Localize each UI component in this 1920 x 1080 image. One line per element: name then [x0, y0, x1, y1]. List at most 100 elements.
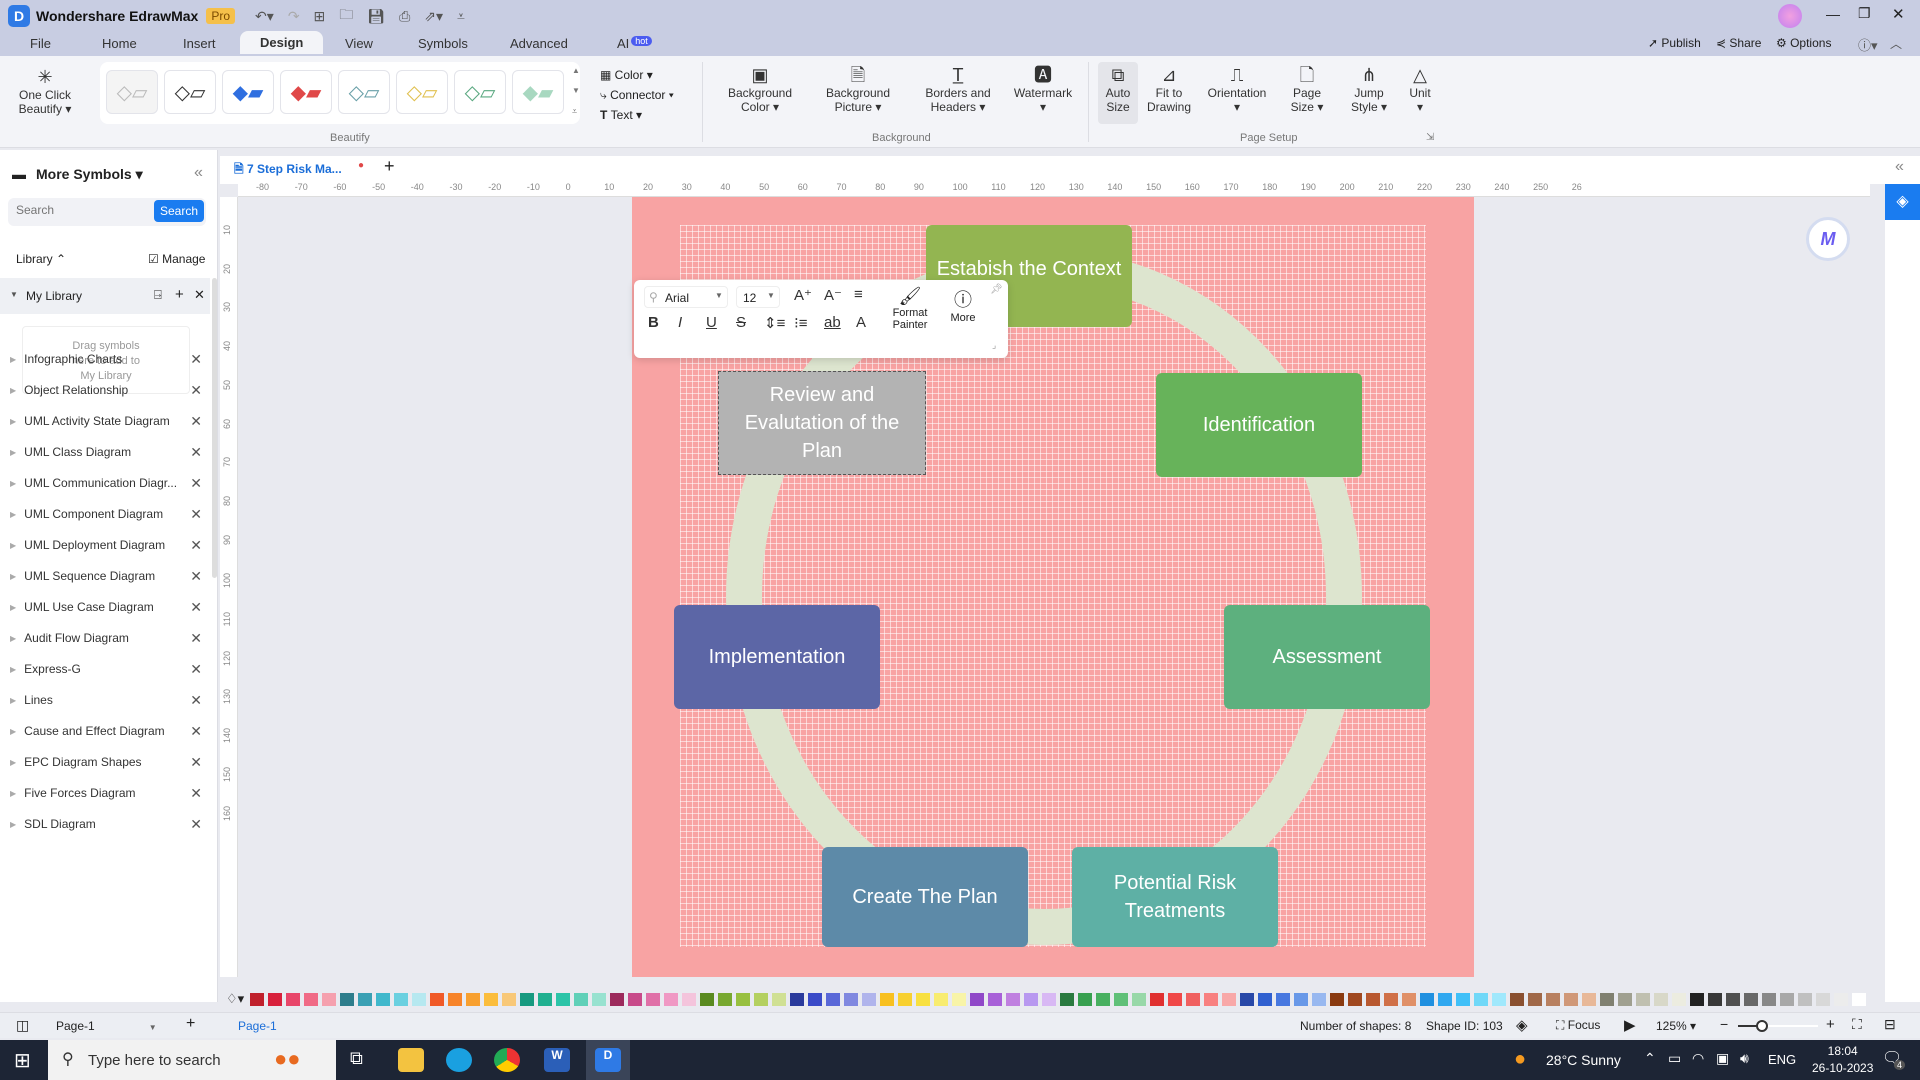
color-swatch[interactable] — [1204, 992, 1219, 1006]
color-swatch[interactable] — [1834, 992, 1849, 1006]
remove-category-icon[interactable]: ✕ — [190, 785, 202, 802]
more-button[interactable]: ⓘ More — [940, 286, 986, 336]
color-swatch[interactable] — [916, 992, 931, 1006]
tab-home[interactable]: Home — [102, 36, 137, 51]
zoom-out-button[interactable]: − — [1720, 1016, 1728, 1032]
bullet-list-icon[interactable]: ⁝≡ — [794, 314, 808, 332]
wifi-icon[interactable]: ◠ — [1692, 1050, 1704, 1067]
color-swatch[interactable] — [1510, 992, 1525, 1006]
color-swatch[interactable] — [1006, 992, 1021, 1006]
library-category-item[interactable]: ▶ Infographic Charts ✕ — [0, 344, 210, 374]
color-swatch[interactable] — [322, 992, 337, 1006]
more-symbols-dropdown[interactable]: More Symbols ▾ — [36, 166, 143, 183]
color-swatch[interactable] — [250, 992, 265, 1006]
color-swatch[interactable] — [1438, 992, 1453, 1006]
gallery-expand-icon[interactable]: ⩡ — [572, 106, 577, 117]
color-swatch[interactable] — [1312, 992, 1327, 1006]
help-icon[interactable]: ⓘ▾ — [1858, 35, 1878, 54]
color-dropdown[interactable]: ▦ Color ▾ — [600, 68, 653, 82]
auto-size-button[interactable]: ⧉ Auto Size — [1098, 62, 1138, 124]
show-hidden-icons[interactable]: ⌃ — [1644, 1050, 1656, 1067]
tab-symbols[interactable]: Symbols — [418, 36, 468, 51]
decrease-font-icon[interactable]: A⁻ — [824, 286, 842, 304]
collapse-ribbon-icon[interactable]: ︿ — [1890, 35, 1902, 52]
tab-view[interactable]: View — [345, 36, 373, 51]
color-swatch[interactable] — [718, 992, 733, 1006]
manage-button[interactable]: ☑ Manage — [148, 252, 205, 266]
color-swatch[interactable] — [430, 992, 445, 1006]
color-swatch[interactable] — [1096, 992, 1111, 1006]
color-swatch[interactable] — [1114, 992, 1129, 1006]
fill-style-button[interactable]: ◈ — [1885, 184, 1920, 220]
search-input[interactable] — [16, 203, 146, 217]
color-swatch[interactable] — [1654, 992, 1669, 1006]
library-category-item[interactable]: ▶ Five Forces Diagram ✕ — [0, 778, 210, 808]
color-swatch[interactable] — [952, 992, 967, 1006]
color-swatch[interactable] — [1474, 992, 1489, 1006]
style-option-1[interactable]: ◇▱ — [106, 70, 158, 114]
color-swatch[interactable] — [538, 992, 553, 1006]
color-swatch[interactable] — [970, 992, 985, 1006]
my-library-header[interactable]: ▼ My Library ⍈ + ✕ — [0, 278, 210, 314]
remove-category-icon[interactable]: ✕ — [190, 599, 202, 616]
color-swatch[interactable] — [1168, 992, 1183, 1006]
color-swatch[interactable] — [1222, 992, 1237, 1006]
panel-scrollbar[interactable] — [212, 278, 217, 578]
color-swatch[interactable] — [628, 992, 643, 1006]
remove-category-icon[interactable]: ✕ — [190, 444, 202, 461]
new-icon[interactable]: ⊞ — [314, 8, 326, 25]
color-swatch[interactable] — [700, 992, 715, 1006]
remove-category-icon[interactable]: ✕ — [190, 351, 202, 368]
watermark-button[interactable]: 🅰 Watermark ▾ — [1010, 66, 1076, 114]
color-swatch[interactable] — [1618, 992, 1633, 1006]
font-family-select[interactable]: ⚲ Arial ▼ — [644, 286, 728, 308]
color-swatch[interactable] — [1816, 992, 1831, 1006]
color-swatch[interactable] — [502, 992, 517, 1006]
style-option-7[interactable]: ◇▱ — [454, 70, 506, 114]
background-color-button[interactable]: ▣ Background Color ▾ — [722, 66, 798, 114]
color-swatch[interactable] — [376, 992, 391, 1006]
color-swatch[interactable] — [1690, 992, 1705, 1006]
publish-button[interactable]: ➚ Publish — [1648, 36, 1701, 50]
node-implementation[interactable]: Implementation — [674, 605, 880, 709]
text-dropdown[interactable]: T Text ▾ — [600, 108, 642, 122]
fill-bucket-icon[interactable]: ♢▾ — [226, 991, 244, 1007]
word-app-icon[interactable]: W — [544, 1048, 570, 1072]
color-swatch[interactable] — [1780, 992, 1795, 1006]
redo-icon[interactable]: ↷ — [288, 8, 300, 25]
edrawmax-taskbar-button[interactable]: D — [586, 1040, 630, 1080]
remove-category-icon[interactable]: ✕ — [190, 723, 202, 740]
color-swatch[interactable] — [304, 992, 319, 1006]
zoom-slider-track[interactable] — [1738, 1020, 1818, 1032]
color-swatch[interactable] — [1276, 992, 1291, 1006]
play-icon[interactable]: ▶︎ — [1624, 1016, 1636, 1034]
layers-icon[interactable]: ◈ — [1516, 1016, 1528, 1034]
library-category-item[interactable]: ▶ EPC Diagram Shapes ✕ — [0, 747, 210, 777]
node-assessment[interactable]: Assessment — [1224, 605, 1430, 709]
drawing-canvas[interactable]: Estabish the Context Identification Asse… — [238, 197, 1870, 977]
options-button[interactable]: ⚙ Options — [1776, 36, 1831, 50]
export-icon[interactable]: ⇗▾ — [424, 8, 443, 25]
library-category-item[interactable]: ▶ UML Use Case Diagram ✕ — [0, 592, 210, 622]
color-swatch[interactable] — [664, 992, 679, 1006]
page-selector[interactable]: Page-1 ▼ — [56, 1019, 157, 1033]
zoom-slider-handle[interactable] — [1755, 1020, 1768, 1032]
color-swatch[interactable] — [484, 992, 499, 1006]
connector-dropdown[interactable]: ⤷ Connector ▾ — [600, 88, 674, 103]
color-swatch[interactable] — [1744, 992, 1759, 1006]
edge-browser-icon[interactable] — [446, 1048, 472, 1072]
library-category-item[interactable]: ▶ UML Activity State Diagram ✕ — [0, 406, 210, 436]
unit-button[interactable]: △ Unit ▾ — [1402, 66, 1438, 114]
color-swatch[interactable] — [898, 992, 913, 1006]
collapse-toolbar-icon[interactable]: ⌟ — [992, 340, 996, 351]
color-swatch[interactable] — [358, 992, 373, 1006]
one-click-beautify-button[interactable]: ✳ One Click Beautify ▾ — [12, 68, 78, 116]
color-swatch[interactable] — [934, 992, 949, 1006]
remove-category-icon[interactable]: ✕ — [190, 475, 202, 492]
color-swatch[interactable] — [574, 992, 589, 1006]
strikethrough-icon[interactable]: S — [736, 314, 746, 331]
color-swatch[interactable] — [1420, 992, 1435, 1006]
color-swatch[interactable] — [880, 992, 895, 1006]
tab-file[interactable]: File — [30, 36, 51, 51]
color-swatch[interactable] — [772, 992, 787, 1006]
